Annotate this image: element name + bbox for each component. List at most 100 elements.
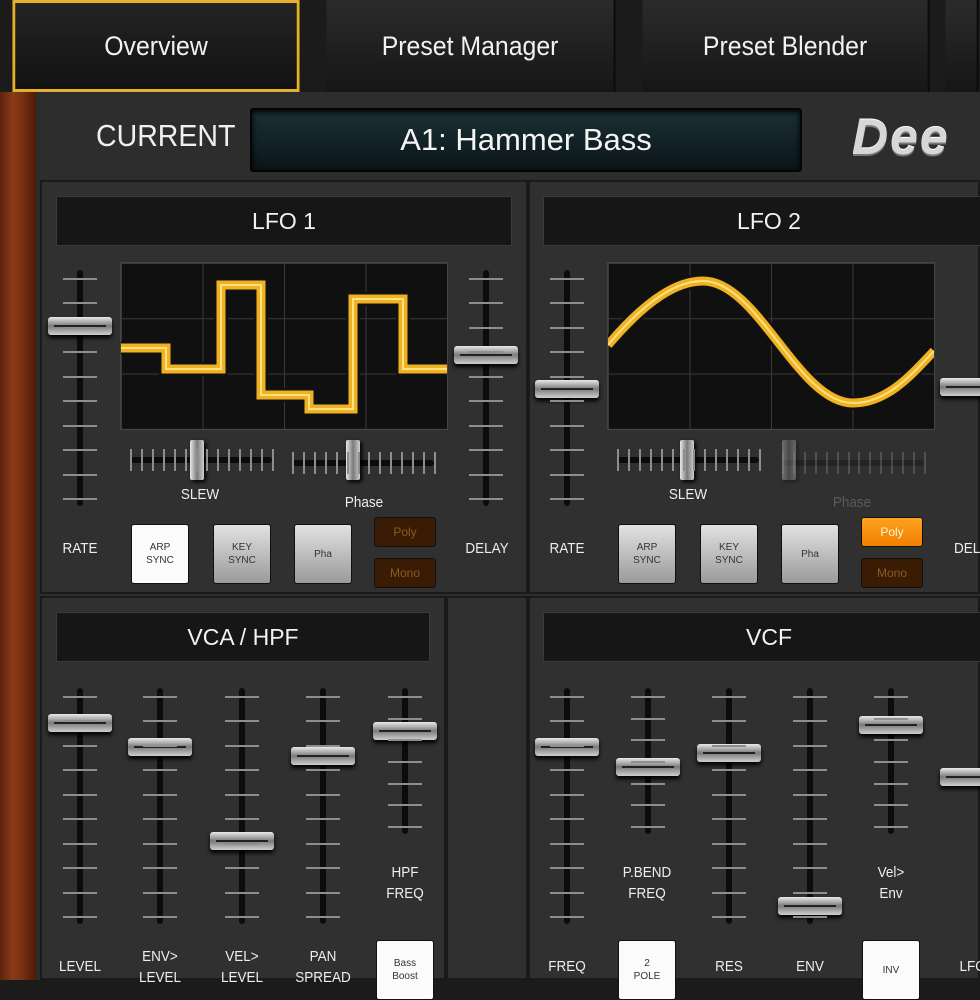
vcf-env-slider-track[interactable]	[807, 688, 813, 924]
tab-overview[interactable]: Overview	[12, 0, 299, 92]
lfo1-phase-button[interactable]: Pha	[294, 524, 352, 584]
lfo1-delay-slider-track[interactable]	[483, 270, 489, 506]
tick-mark	[874, 804, 908, 806]
lfo1-delay-slider-handle[interactable]	[454, 346, 518, 364]
tick-mark	[143, 867, 177, 869]
vca-level-slider-handle[interactable]	[48, 714, 112, 732]
vca-vel-level-slider-track[interactable]	[239, 688, 245, 924]
tick-mark	[306, 696, 340, 698]
tick-mark	[869, 452, 871, 474]
lfo2-delay-slider-handle[interactable]	[940, 378, 980, 396]
preset-name-display[interactable]: A1: Hammer Bass	[250, 108, 802, 172]
tick-mark	[550, 376, 584, 378]
vcf-freq-slider-track[interactable]	[564, 688, 570, 924]
vca-hpf-title: VCA / HPF	[56, 612, 430, 662]
tick-mark	[712, 794, 746, 796]
tick-mark	[858, 452, 860, 474]
tick-mark	[225, 818, 259, 820]
lfo1-key-sync-button[interactable]: KEY SYNC	[213, 524, 271, 584]
vca-pan-spread-slider-track[interactable]	[320, 688, 326, 924]
tick-mark	[63, 425, 97, 427]
vcf-invert-button[interactable]: INV	[862, 940, 920, 1000]
vca-pan-spread-slider-handle[interactable]	[291, 747, 355, 765]
tick-mark	[837, 452, 839, 474]
vca-env-level-slider-handle[interactable]	[128, 738, 192, 756]
lfo2-phase-button[interactable]: Pha	[781, 524, 839, 584]
tick-mark	[639, 449, 641, 471]
tab-more[interactable]	[945, 0, 978, 92]
lfo2-rate-slider-handle[interactable]	[535, 380, 599, 398]
tick-mark	[793, 769, 827, 771]
tick-mark	[550, 425, 584, 427]
vcf-vel-env-label: Vel> Env	[864, 862, 918, 904]
tick-mark	[631, 783, 665, 785]
lfo2-arp-sync-button[interactable]: ARP SYNC	[618, 524, 676, 584]
tick-mark	[225, 867, 259, 869]
hpf-freq-slider-handle[interactable]	[373, 722, 437, 740]
lfo1-title: LFO 1	[56, 196, 512, 246]
tick-mark	[152, 449, 154, 471]
vcf-freq-slider-handle[interactable]	[535, 738, 599, 756]
tick-mark	[804, 452, 806, 474]
tick-mark	[63, 769, 97, 771]
tick-mark	[469, 351, 503, 353]
tick-mark	[874, 761, 908, 763]
tick-mark	[793, 452, 795, 474]
lfo1-mono-button[interactable]: Mono	[374, 558, 436, 588]
tick-mark	[63, 278, 97, 280]
lfo2-slew-label: SLEW	[661, 484, 715, 505]
tick-mark	[306, 720, 340, 722]
vcf-title: VCF	[543, 612, 980, 662]
bass-boost-button[interactable]: Bass Boost	[376, 940, 434, 1000]
tick-mark	[550, 843, 584, 845]
tick-mark	[217, 449, 219, 471]
vca-env-level-slider-track[interactable]	[157, 688, 163, 924]
tick-mark	[63, 818, 97, 820]
lfo1-poly-button[interactable]: Poly	[374, 517, 436, 547]
tick-mark	[693, 449, 695, 471]
tick-mark	[891, 452, 893, 474]
tick-mark	[63, 327, 97, 329]
tick-mark	[143, 745, 177, 747]
tick-mark	[401, 452, 403, 474]
tick-mark	[388, 761, 422, 763]
tick-mark	[388, 826, 422, 828]
vcf-res-slider-track[interactable]	[726, 688, 732, 924]
tick-mark	[704, 449, 706, 471]
lfo2-poly-button[interactable]: Poly	[861, 517, 923, 547]
tick-mark	[550, 278, 584, 280]
vca-vel-level-slider-handle[interactable]	[210, 832, 274, 850]
tick-mark	[358, 452, 360, 474]
vcf-lfo-slider-handle[interactable]	[940, 768, 980, 786]
tab-preset-blender[interactable]: Preset Blender	[642, 0, 929, 92]
tick-mark	[388, 804, 422, 806]
current-label: CURRENT	[96, 118, 235, 154]
tick-mark	[631, 696, 665, 698]
tick-mark	[336, 452, 338, 474]
tick-mark	[174, 449, 176, 471]
vca-env-level-label: ENV> LEVEL	[131, 946, 189, 988]
lfo2-waveform-display	[607, 262, 935, 430]
tick-mark	[661, 449, 663, 471]
tick-mark	[388, 718, 422, 720]
tab-preset-manager[interactable]: Preset Manager	[327, 0, 616, 92]
vcf-two-pole-button[interactable]: 2 POLE	[618, 940, 676, 1000]
tick-mark	[225, 745, 259, 747]
tick-mark	[712, 745, 746, 747]
tick-mark	[325, 452, 327, 474]
tick-mark	[631, 804, 665, 806]
lfo1-rate-slider-track[interactable]	[77, 270, 83, 506]
lfo1-arp-sync-button[interactable]: ARP SYNC	[131, 524, 189, 584]
tick-mark	[712, 916, 746, 918]
tick-mark	[874, 696, 908, 698]
vcf-res-label: RES	[702, 956, 756, 977]
tick-mark	[880, 452, 882, 474]
vcf-env-slider-handle[interactable]	[778, 897, 842, 915]
lfo2-key-sync-button[interactable]: KEY SYNC	[700, 524, 758, 584]
tick-mark	[550, 818, 584, 820]
tick-mark	[793, 867, 827, 869]
empty-section	[446, 596, 528, 980]
tick-mark	[631, 739, 665, 741]
lfo2-mono-button[interactable]: Mono	[861, 558, 923, 588]
tick-mark	[793, 892, 827, 894]
